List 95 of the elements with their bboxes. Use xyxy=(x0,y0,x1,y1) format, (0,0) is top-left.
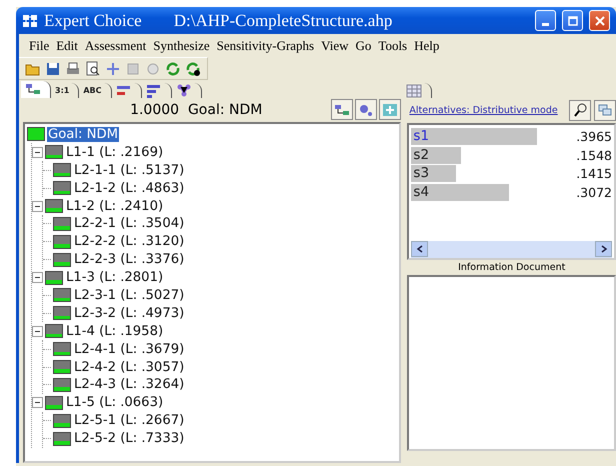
priority-value: .1548 xyxy=(575,148,612,163)
priority-node-icon xyxy=(45,145,63,160)
tree-node[interactable]: Goal: NDM xyxy=(47,126,120,142)
tree-node[interactable]: L2-4-2 (L: .3057) xyxy=(73,360,186,375)
tree-node[interactable]: L2-1-1 (L: .5137) xyxy=(73,162,186,178)
priority-node-icon xyxy=(27,127,45,142)
nodes-icon xyxy=(358,102,374,116)
scroll-left-button[interactable] xyxy=(411,241,428,257)
alternative-name[interactable]: s4 xyxy=(413,184,430,201)
sensitivity-icon xyxy=(176,82,192,98)
priority-node-icon xyxy=(53,342,71,356)
priority-node-icon xyxy=(53,432,71,446)
maximize-icon xyxy=(568,16,578,26)
tree-node[interactable]: L2-4-3 (L: .3264) xyxy=(73,377,186,392)
menu-item[interactable]: Help xyxy=(414,38,440,54)
priority-node-icon xyxy=(53,181,71,196)
window-title: Expert Choice xyxy=(44,10,142,30)
magnifier-icon xyxy=(572,103,588,117)
menu-item[interactable]: File xyxy=(29,38,50,54)
close-icon xyxy=(594,16,604,26)
refresh-icon[interactable] xyxy=(185,60,201,76)
tree-node[interactable]: L2-3-2 (L: .4973) xyxy=(73,306,186,321)
tree-node[interactable]: L2-2-2 (L: .3120) xyxy=(73,234,186,250)
horizontal-scrollbar[interactable] xyxy=(411,240,612,258)
menu-item[interactable]: Go xyxy=(356,38,372,54)
information-document-area[interactable] xyxy=(407,274,616,450)
menu-item[interactable]: Synthesize xyxy=(153,38,210,54)
tree-node[interactable]: L2-2-1 (L: .3504) xyxy=(73,216,186,232)
tree-node[interactable]: L2-5-2 (L: .7333) xyxy=(73,431,186,446)
collapse-toggle[interactable] xyxy=(32,146,43,158)
close-button[interactable] xyxy=(589,10,610,31)
view-tab[interactable] xyxy=(112,82,142,98)
file-path: D:\AHP-CompleteStructure.ahp xyxy=(174,10,392,30)
tree-node[interactable]: L2-3-1 (L: .5027) xyxy=(73,288,186,303)
menu-item[interactable]: View xyxy=(321,38,349,54)
priority-node-icon xyxy=(53,234,71,249)
alternative-name[interactable]: s3 xyxy=(413,165,430,182)
priority-value: .3965 xyxy=(575,129,612,144)
minimize-button[interactable] xyxy=(535,10,556,31)
menu-item[interactable]: Sensitivity-Graphs xyxy=(216,38,314,54)
tree-icon xyxy=(25,82,41,96)
tree-node[interactable]: L1-1 (L: .2169) xyxy=(65,144,164,160)
tree-node[interactable]: L1-5 (L: .0663) xyxy=(65,395,164,410)
alternative-name[interactable]: s2 xyxy=(413,146,430,164)
menu-item[interactable]: Edit xyxy=(56,38,78,54)
tree-node[interactable]: L2-5-1 (L: .2667) xyxy=(73,413,186,428)
panel-caption: Information Document xyxy=(457,260,566,274)
priority-node-icon xyxy=(53,306,71,320)
scroll-right-button[interactable] xyxy=(595,241,612,257)
view-tab[interactable] xyxy=(172,82,202,98)
plus-icon xyxy=(382,102,398,116)
bar-chart-icon xyxy=(146,82,162,98)
tree-icon xyxy=(334,102,350,116)
minimize-icon xyxy=(542,23,549,26)
priority-node-icon xyxy=(53,288,71,302)
print-icon[interactable] xyxy=(65,60,81,76)
priority-node-icon xyxy=(53,163,71,178)
tree-node[interactable]: L1-4 (L: .1958) xyxy=(65,324,164,339)
tree-view-button[interactable] xyxy=(331,99,354,120)
tree-node[interactable]: L2-2-3 (L: .3376) xyxy=(73,252,186,268)
menu-item[interactable]: Tools xyxy=(378,38,408,54)
priority-node-icon xyxy=(53,360,71,374)
priority-node-icon xyxy=(45,270,63,285)
mode-link[interactable]: Alternatives: Distributive mode xyxy=(409,104,558,116)
view-tab[interactable] xyxy=(142,82,172,98)
view-tab[interactable] xyxy=(21,80,51,98)
priority-node-icon xyxy=(45,324,63,338)
priority-node-icon xyxy=(53,216,71,231)
grid-icon xyxy=(406,82,422,98)
priority-node-icon xyxy=(53,252,71,267)
ideal-mode-button[interactable] xyxy=(568,100,591,120)
collapse-toggle[interactable] xyxy=(32,397,43,408)
add-node-button[interactable] xyxy=(379,99,402,120)
priority-node-icon xyxy=(45,199,63,213)
save-icon[interactable] xyxy=(45,60,61,76)
tree-node[interactable]: L1-2 (L: .2410) xyxy=(65,198,164,214)
collapse-toggle[interactable] xyxy=(32,326,43,337)
app-icon xyxy=(22,14,38,28)
goal-priority: 1.0000 Goal: NDM xyxy=(129,102,264,118)
tree-node[interactable]: L2-1-2 (L: .4863) xyxy=(73,180,186,196)
alternative-name[interactable]: s1 xyxy=(413,128,430,146)
priority-value: .3072 xyxy=(575,184,612,200)
maximize-button[interactable] xyxy=(562,10,583,31)
menu-item[interactable]: Assessment xyxy=(84,38,146,54)
priority-node-icon xyxy=(53,414,71,428)
tree-node[interactable]: L1-3 (L: .2801) xyxy=(65,270,164,286)
priority-value: .1415 xyxy=(575,166,612,182)
preview-icon[interactable] xyxy=(85,60,101,76)
collapse-toggle[interactable] xyxy=(32,200,43,212)
priority-node-icon xyxy=(45,396,63,410)
priority-node-icon xyxy=(53,378,71,392)
collapse-toggle[interactable] xyxy=(32,272,43,284)
nodes-button[interactable] xyxy=(355,99,378,120)
tree-node[interactable]: L2-4-1 (L: .3679) xyxy=(73,342,186,357)
windows-icon xyxy=(596,103,613,117)
